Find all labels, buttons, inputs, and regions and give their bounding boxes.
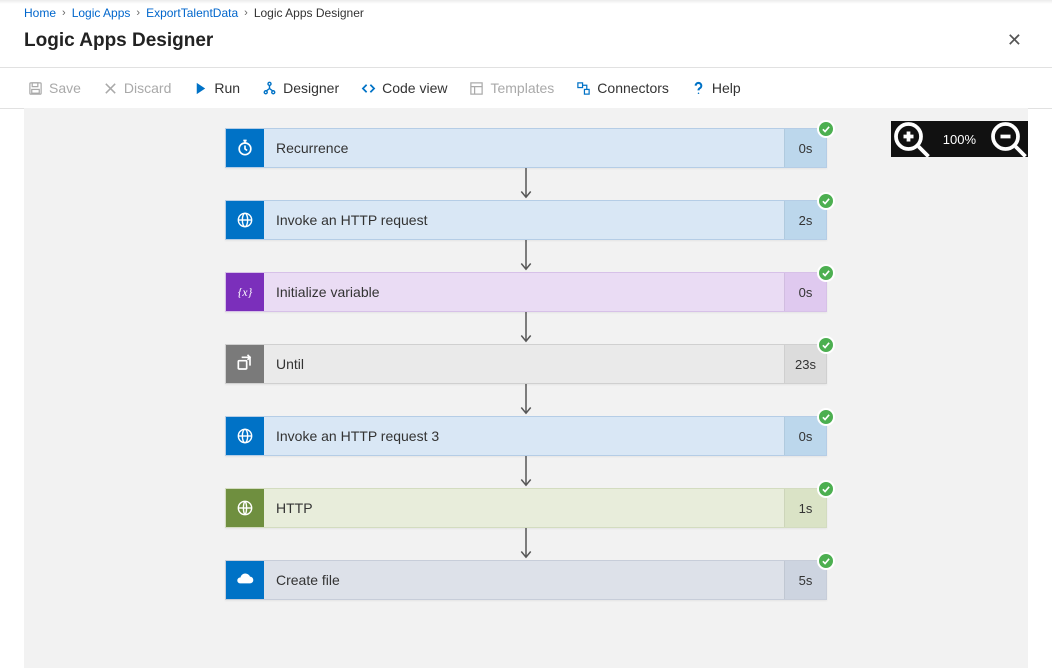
close-button[interactable]: ✕	[1001, 26, 1028, 55]
zoom-in-button[interactable]	[891, 121, 931, 157]
breadcrumb-home[interactable]: Home	[24, 6, 56, 20]
discard-icon	[103, 81, 118, 96]
zoom-control: 100%	[891, 121, 1028, 157]
code-icon	[361, 81, 376, 96]
flow-arrow	[526, 456, 527, 488]
status-success-icon	[817, 552, 835, 570]
templates-button[interactable]: Templates	[459, 74, 564, 102]
breadcrumb-current: Logic Apps Designer	[254, 6, 364, 20]
save-button[interactable]: Save	[18, 74, 91, 102]
node-title: Recurrence	[264, 140, 784, 156]
flow-arrow	[526, 240, 527, 272]
toolbar: Save Discard Run Designer Code view Temp…	[0, 68, 1052, 109]
breadcrumb-resource[interactable]: ExportTalentData	[146, 6, 238, 20]
node-title: Initialize variable	[264, 284, 784, 300]
status-success-icon	[817, 336, 835, 354]
globe-icon	[226, 201, 264, 239]
node-title: HTTP	[264, 500, 784, 516]
node-title: Create file	[264, 572, 784, 588]
discard-button[interactable]: Discard	[93, 74, 181, 102]
status-success-icon	[817, 192, 835, 210]
help-icon	[691, 81, 706, 96]
designer-canvas[interactable]: 100% Recurrence0s Invoke an HTTP request2…	[24, 108, 1028, 668]
workflow-node-recurrence[interactable]: Recurrence0s	[225, 128, 827, 168]
connectors-icon	[576, 81, 591, 96]
zoom-in-icon	[891, 119, 931, 159]
workflow-node-http[interactable]: HTTP1s	[225, 488, 827, 528]
variable-icon: {x}	[226, 273, 264, 311]
workflow-node-initvar[interactable]: {x}Initialize variable0s	[225, 272, 827, 312]
workflow-node-createfile[interactable]: Create file5s	[225, 560, 827, 600]
status-success-icon	[817, 264, 835, 282]
play-icon	[193, 81, 208, 96]
status-success-icon	[817, 408, 835, 426]
save-icon	[28, 81, 43, 96]
status-success-icon	[817, 120, 835, 138]
workflow-node-http1[interactable]: Invoke an HTTP request2s	[225, 200, 827, 240]
templates-icon	[469, 81, 484, 96]
code-view-button[interactable]: Code view	[351, 74, 457, 102]
zoom-out-icon	[988, 119, 1028, 159]
breadcrumb-sep: ›	[62, 7, 66, 19]
connectors-button[interactable]: Connectors	[566, 74, 679, 102]
workflow-node-http3[interactable]: Invoke an HTTP request 30s	[225, 416, 827, 456]
breadcrumb-sep: ›	[244, 7, 248, 19]
loop-icon	[226, 345, 264, 383]
page-title: Logic Apps Designer	[24, 30, 213, 52]
zoom-out-button[interactable]	[988, 121, 1028, 157]
designer-button[interactable]: Designer	[252, 74, 349, 102]
workflow-flow: Recurrence0s Invoke an HTTP request2s {x} I…	[24, 128, 1028, 600]
cloud-icon	[226, 561, 264, 599]
status-success-icon	[817, 480, 835, 498]
node-title: Until	[264, 356, 784, 372]
flow-arrow	[526, 168, 527, 200]
help-button[interactable]: Help	[681, 74, 751, 102]
node-title: Invoke an HTTP request	[264, 212, 784, 228]
workflow-node-until[interactable]: Until23s	[225, 344, 827, 384]
flow-arrow	[526, 528, 527, 560]
top-shadow	[0, 0, 1052, 4]
breadcrumb-logic-apps[interactable]: Logic Apps	[72, 6, 131, 20]
flow-arrow	[526, 384, 527, 416]
globe-icon	[226, 417, 264, 455]
run-button[interactable]: Run	[183, 74, 250, 102]
breadcrumb-sep: ›	[136, 7, 140, 19]
globe2-icon	[226, 489, 264, 527]
flow-arrow	[526, 312, 527, 344]
header: Logic Apps Designer ✕	[0, 24, 1052, 68]
zoom-level: 100%	[931, 132, 988, 147]
clock-icon	[226, 129, 264, 167]
designer-icon	[262, 81, 277, 96]
node-title: Invoke an HTTP request 3	[264, 428, 784, 444]
svg-text:{x}: {x}	[238, 286, 253, 299]
